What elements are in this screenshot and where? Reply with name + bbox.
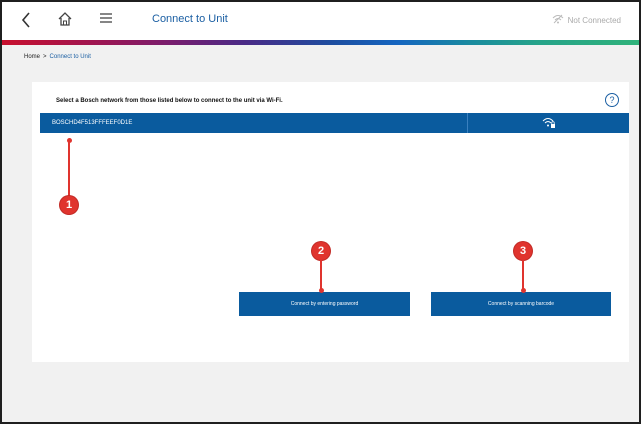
breadcrumb: Home > Connect to Unit	[24, 54, 91, 60]
connection-status: Not Connected	[552, 14, 621, 26]
callout-marker-2: 2	[312, 242, 330, 260]
marker-3-line	[522, 260, 524, 290]
network-ssid: BOSCHD4F513FFFEEF0D1E	[40, 113, 468, 133]
marker-2-anchor	[319, 288, 324, 293]
wifi-off-icon	[552, 14, 564, 26]
network-row[interactable]: BOSCHD4F513FFFEEF0D1E	[40, 113, 629, 133]
wifi-lock-icon	[468, 113, 629, 133]
breadcrumb-home[interactable]: Home	[24, 54, 40, 60]
app-frame: Connect to Unit Not Connected Home > Con…	[0, 0, 641, 424]
network-panel: Select a Bosch network from those listed…	[32, 82, 629, 362]
marker-1-line	[68, 140, 70, 196]
connect-password-button[interactable]: Connect by entering password	[239, 292, 410, 316]
page-title: Connect to Unit	[152, 13, 228, 25]
breadcrumb-current: Connect to Unit	[49, 54, 91, 60]
top-bar: Connect to Unit Not Connected	[2, 2, 639, 40]
instruction-text: Select a Bosch network from those listed…	[56, 98, 283, 104]
back-icon[interactable]	[20, 11, 40, 31]
marker-2-line	[320, 260, 322, 290]
hamburger-menu-icon[interactable]	[98, 11, 120, 31]
marker-3-anchor	[521, 288, 526, 293]
connection-status-text: Not Connected	[567, 15, 621, 25]
help-icon[interactable]: ?	[605, 93, 619, 107]
breadcrumb-separator: >	[43, 54, 47, 60]
brand-stripe	[2, 40, 639, 45]
connect-barcode-button[interactable]: Connect by scanning barcode	[431, 292, 611, 316]
callout-marker-1: 1	[60, 196, 78, 214]
home-icon[interactable]	[57, 11, 79, 31]
callout-marker-3: 3	[514, 242, 532, 260]
